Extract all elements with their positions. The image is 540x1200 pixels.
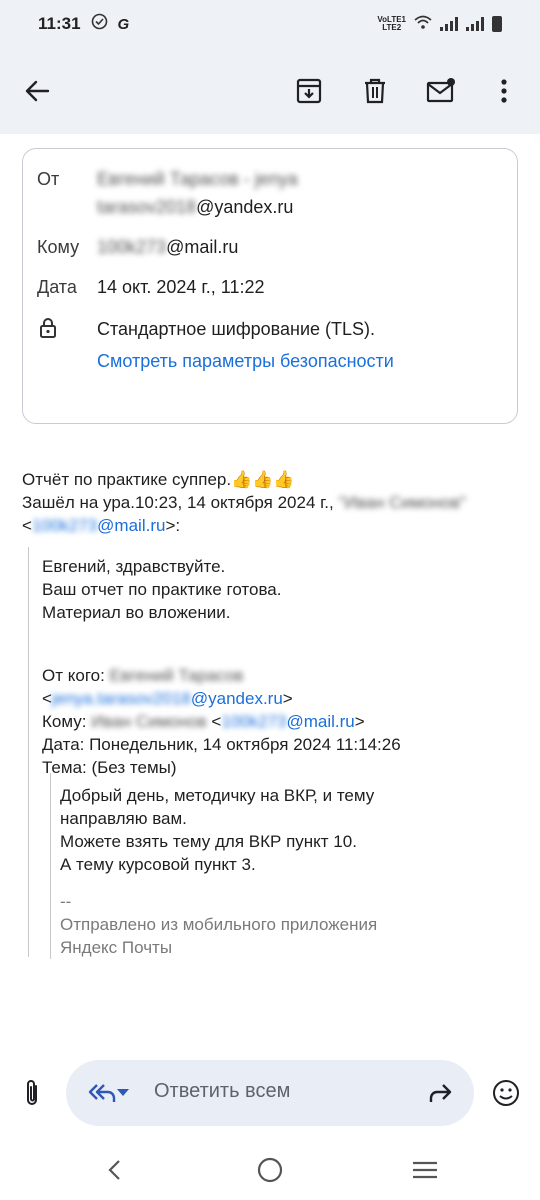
chevron-down-icon bbox=[117, 1089, 129, 1096]
from-label: От bbox=[37, 169, 60, 189]
wifi-icon bbox=[414, 14, 432, 34]
inner-line-1: Добрый день, методичку на ВКР, и тему bbox=[60, 786, 375, 805]
forward-date-line: Дата: Понедельник, 14 октября 2024 11:14… bbox=[42, 735, 401, 754]
forward-subject-line: Тема: (Без темы) bbox=[42, 758, 177, 777]
check-circle-icon bbox=[91, 13, 108, 35]
from-address: tarasov2018@yandex.ru bbox=[97, 197, 294, 217]
signature-line-1: Отправлено из мобильного приложения bbox=[60, 915, 378, 934]
signal-1-icon bbox=[440, 17, 458, 31]
body-line-3: <100k273@mail.ru>: bbox=[22, 516, 181, 535]
mail-unread-icon bbox=[426, 78, 455, 103]
quote-bar-outer bbox=[28, 547, 32, 957]
from-name: Евгений Тарасов - jenya bbox=[97, 169, 298, 189]
forward-from-line: От кого: Евгений Тарасов bbox=[42, 666, 244, 685]
message-details-card: От Евгений Тарасов - jenya tarasov2018@y… bbox=[22, 148, 518, 424]
quote-line-2: Ваш отчет по практике готова. bbox=[42, 580, 282, 599]
top-app-bar bbox=[0, 48, 540, 134]
more-options-button[interactable] bbox=[482, 69, 526, 113]
forward-button[interactable] bbox=[418, 1071, 462, 1115]
more-vertical-icon bbox=[501, 79, 507, 103]
inner-line-2: направляю вам. bbox=[60, 809, 187, 828]
to-address: 100k273@mail.ru bbox=[97, 237, 239, 257]
inner-line-3: Можете взять тему для ВКР пункт 10. bbox=[60, 832, 357, 851]
encryption-text: Стандартное шифрование (TLS). bbox=[97, 319, 376, 339]
security-settings-link[interactable]: Смотреть параметры безопасности bbox=[97, 351, 394, 372]
forward-icon bbox=[429, 1084, 452, 1102]
nav-recents-icon bbox=[413, 1161, 437, 1179]
forward-from-address: <jenya.tarasov2018@yandex.ru> bbox=[42, 689, 293, 708]
nav-back-icon bbox=[108, 1160, 120, 1180]
signature-dash: -- bbox=[60, 892, 72, 911]
quote-line-3: Материал во вложении. bbox=[42, 603, 231, 622]
battery-icon bbox=[492, 16, 502, 32]
quote-bar-inner bbox=[50, 773, 54, 959]
reply-mode-dropdown[interactable] bbox=[110, 1071, 136, 1115]
forward-to-line: Кому: Иван Симонов <100k273@mail.ru> bbox=[42, 712, 365, 731]
nav-home-button[interactable] bbox=[248, 1148, 292, 1192]
forward-to-email-link[interactable]: @mail.ru bbox=[287, 712, 355, 731]
quote-line-1: Евгений, здравствуйте. bbox=[42, 557, 226, 576]
app-notification-icon: G bbox=[117, 15, 130, 33]
arrow-back-icon bbox=[25, 80, 50, 102]
body-line-1: Отчёт по практике суппер.👍👍👍 bbox=[22, 470, 295, 489]
nav-home-icon bbox=[257, 1157, 283, 1183]
paperclip-icon bbox=[27, 1080, 37, 1105]
body-line-2: Зашёл на ура.10:23, 14 октября 2024 г., … bbox=[22, 493, 466, 512]
sender-email-link[interactable]: @mail.ru bbox=[97, 516, 165, 535]
nav-back-button[interactable] bbox=[92, 1148, 136, 1192]
status-time: 11:31 bbox=[38, 14, 81, 33]
status-bar: 11:31 G VoLTE1 LTE2 bbox=[0, 0, 540, 48]
system-nav-bar bbox=[0, 1140, 540, 1200]
forward-from-email-link[interactable]: @yandex.ru bbox=[191, 689, 283, 708]
smiley-icon bbox=[493, 1080, 519, 1106]
delete-button[interactable] bbox=[353, 69, 397, 113]
to-label: Кому bbox=[37, 237, 80, 257]
date-value: 14 окт. 2024 г., 11:22 bbox=[97, 277, 265, 297]
signature-line-2: Яндекс Почты bbox=[60, 938, 173, 957]
archive-icon bbox=[296, 78, 322, 104]
trash-icon bbox=[365, 78, 385, 104]
reply-placeholder[interactable]: Ответить всем bbox=[154, 1080, 290, 1103]
attach-button[interactable] bbox=[10, 1071, 54, 1115]
back-button[interactable] bbox=[15, 69, 59, 113]
mark-unread-button[interactable] bbox=[419, 69, 463, 113]
inner-line-4: А тему курсовой пункт 3. bbox=[60, 855, 256, 874]
emoji-button[interactable] bbox=[484, 1071, 528, 1115]
archive-button[interactable] bbox=[287, 69, 331, 113]
signal-2-icon bbox=[466, 17, 484, 31]
volte-indicator: VoLTE1 LTE2 bbox=[377, 15, 406, 32]
date-label: Дата bbox=[37, 277, 77, 297]
lock-icon bbox=[39, 317, 57, 344]
nav-recents-button[interactable] bbox=[403, 1148, 447, 1192]
